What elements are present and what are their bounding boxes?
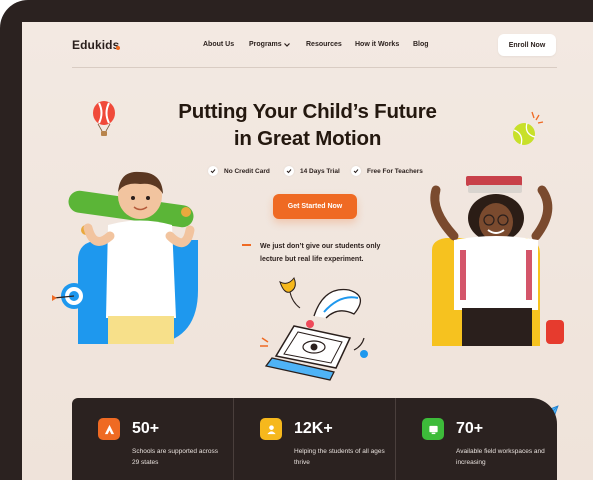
stat-description: Helping the students of all ages thrive [294,448,385,466]
hero-tagline: We just don’t give our students only lec… [260,243,381,263]
feature-label: Free For Teachers [367,167,423,175]
stat-description: Schools are supported across 29 states [132,448,218,466]
stat-value: 12K+ [294,420,333,437]
girl-with-books-image [430,176,564,346]
brand-logo[interactable]: Edukids [72,38,119,52]
logo-dot [116,46,120,50]
stat-value: 50+ [132,420,160,437]
stat-students: 12K+ Helping the students of all ages th… [234,398,396,480]
stat-schools: 50+ Schools are supported across 29 stat… [72,398,234,480]
nav-link-about[interactable]: About Us [203,41,234,48]
workspace-icon [422,418,444,440]
stat-description: Available field workspaces and increasin… [456,448,545,466]
feature-label: No Credit Card [224,167,270,175]
stat-workspaces: 70+ Available field workspaces and incre… [396,398,557,480]
nav-link-how-it-works[interactable]: How it Works [355,41,399,48]
school-icon [98,418,120,440]
nav-link-programs[interactable]: Programs [249,41,282,48]
tennis-ball-icon [513,111,544,146]
stat-value: 70+ [456,420,484,437]
device-frame: Edukids About Us Programs Resources How … [0,0,593,480]
check-icon [284,166,294,176]
nav-divider [72,67,557,68]
feature-trial: 14 Days Trial [284,164,340,178]
laptop-doodle-illustration [260,276,368,381]
enroll-now-button[interactable]: Enroll Now [498,34,556,56]
get-started-button[interactable]: Get Started Now [273,194,357,219]
stats-panel: 50+ Schools are supported across 29 stat… [72,398,557,480]
nav-link-blog[interactable]: Blog [413,41,429,48]
top-navigation: Edukids About Us Programs Resources How … [22,22,593,68]
chevron-down-icon[interactable] [283,41,291,49]
feature-no-credit-card: No Credit Card [208,164,270,178]
feature-label: 14 Days Trial [300,167,340,175]
website-screen: Edukids About Us Programs Resources How … [22,22,593,480]
dart-target-icon [52,283,87,309]
check-icon [351,166,361,176]
boy-with-skateboard-image [68,171,198,344]
feature-free-teachers: Free For Teachers [351,164,423,178]
hot-air-balloon-icon [93,101,115,136]
student-icon [260,418,282,440]
tagline-accent-line [242,244,251,246]
check-icon [208,166,218,176]
nav-link-resources[interactable]: Resources [306,41,342,48]
